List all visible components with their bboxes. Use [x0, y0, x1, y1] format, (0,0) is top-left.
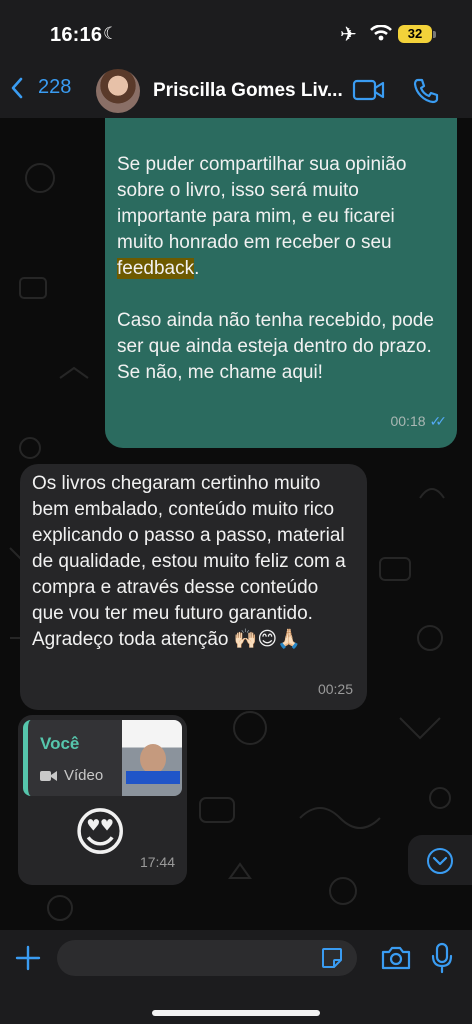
back-count: 228: [38, 76, 72, 98]
video-call-icon[interactable]: [352, 78, 386, 102]
emoji-message: 😍: [73, 804, 128, 862]
message-time: 17:44: [139, 854, 175, 870]
thumbnail-face: [140, 744, 166, 774]
thumbnail-banner: [126, 771, 180, 784]
back-button[interactable]: 228: [10, 76, 71, 99]
chevron-down-circle-icon: [427, 848, 453, 874]
incoming-reply-message[interactable]: Você Vídeo 😍 17:44: [18, 715, 187, 885]
message-meta: 00:18 ✓✓: [390, 408, 448, 434]
phone-icon[interactable]: [412, 77, 440, 105]
chat-header: 228 Priscilla Gomes Liv...: [0, 64, 472, 118]
wifi-icon: [370, 25, 392, 41]
status-time: 16:16: [50, 24, 103, 46]
incoming-text: Os livros chegaram certinho muito bem em…: [32, 473, 346, 624]
message-time: 00:18: [390, 413, 426, 429]
avatar[interactable]: [96, 69, 140, 113]
quote-type: Vídeo: [40, 763, 103, 789]
chevron-left-icon: [11, 77, 23, 98]
sticker-icon[interactable]: [320, 946, 344, 970]
incoming-text-thanks: Agradeço toda atenção 🙌🏻😊🙏🏻: [32, 629, 301, 650]
incoming-message[interactable]: Os livros chegaram certinho muito bem em…: [20, 464, 367, 710]
status-bar: 16:16 ☾ ✈ 32: [0, 0, 472, 64]
scroll-to-bottom-button[interactable]: [408, 835, 472, 885]
battery-tip: [433, 31, 436, 38]
search-highlight: feedback: [117, 258, 195, 279]
battery-indicator: 32: [398, 25, 432, 43]
outgoing-message[interactable]: Se puder compartilhar sua opinião sobre …: [105, 118, 457, 448]
video-thumbnail: [122, 720, 182, 796]
camera-icon[interactable]: [380, 944, 412, 972]
outgoing-paragraph-1: Se puder compartilhar sua opinião sobre …: [117, 154, 407, 279]
outgoing-paragraph-2: Caso ainda não tenha recebido, pode ser …: [117, 310, 434, 383]
message-input-bar: [0, 930, 472, 1024]
moon-icon: ☾: [103, 24, 119, 43]
contact-name[interactable]: Priscilla Gomes Liv...: [153, 80, 343, 102]
message-input[interactable]: [57, 940, 357, 976]
message-time: 00:25: [317, 681, 353, 697]
read-ticks-icon: ✓✓: [429, 413, 448, 429]
quote-author: Você: [40, 734, 80, 753]
home-indicator: [152, 1010, 320, 1016]
quoted-message[interactable]: Você Vídeo: [23, 720, 182, 796]
microphone-icon[interactable]: [430, 942, 454, 974]
airplane-icon: ✈: [340, 24, 357, 46]
chat-area[interactable]: Se puder compartilhar sua opinião sobre …: [0, 118, 472, 930]
video-icon: [40, 771, 57, 781]
plus-icon[interactable]: [14, 944, 42, 972]
